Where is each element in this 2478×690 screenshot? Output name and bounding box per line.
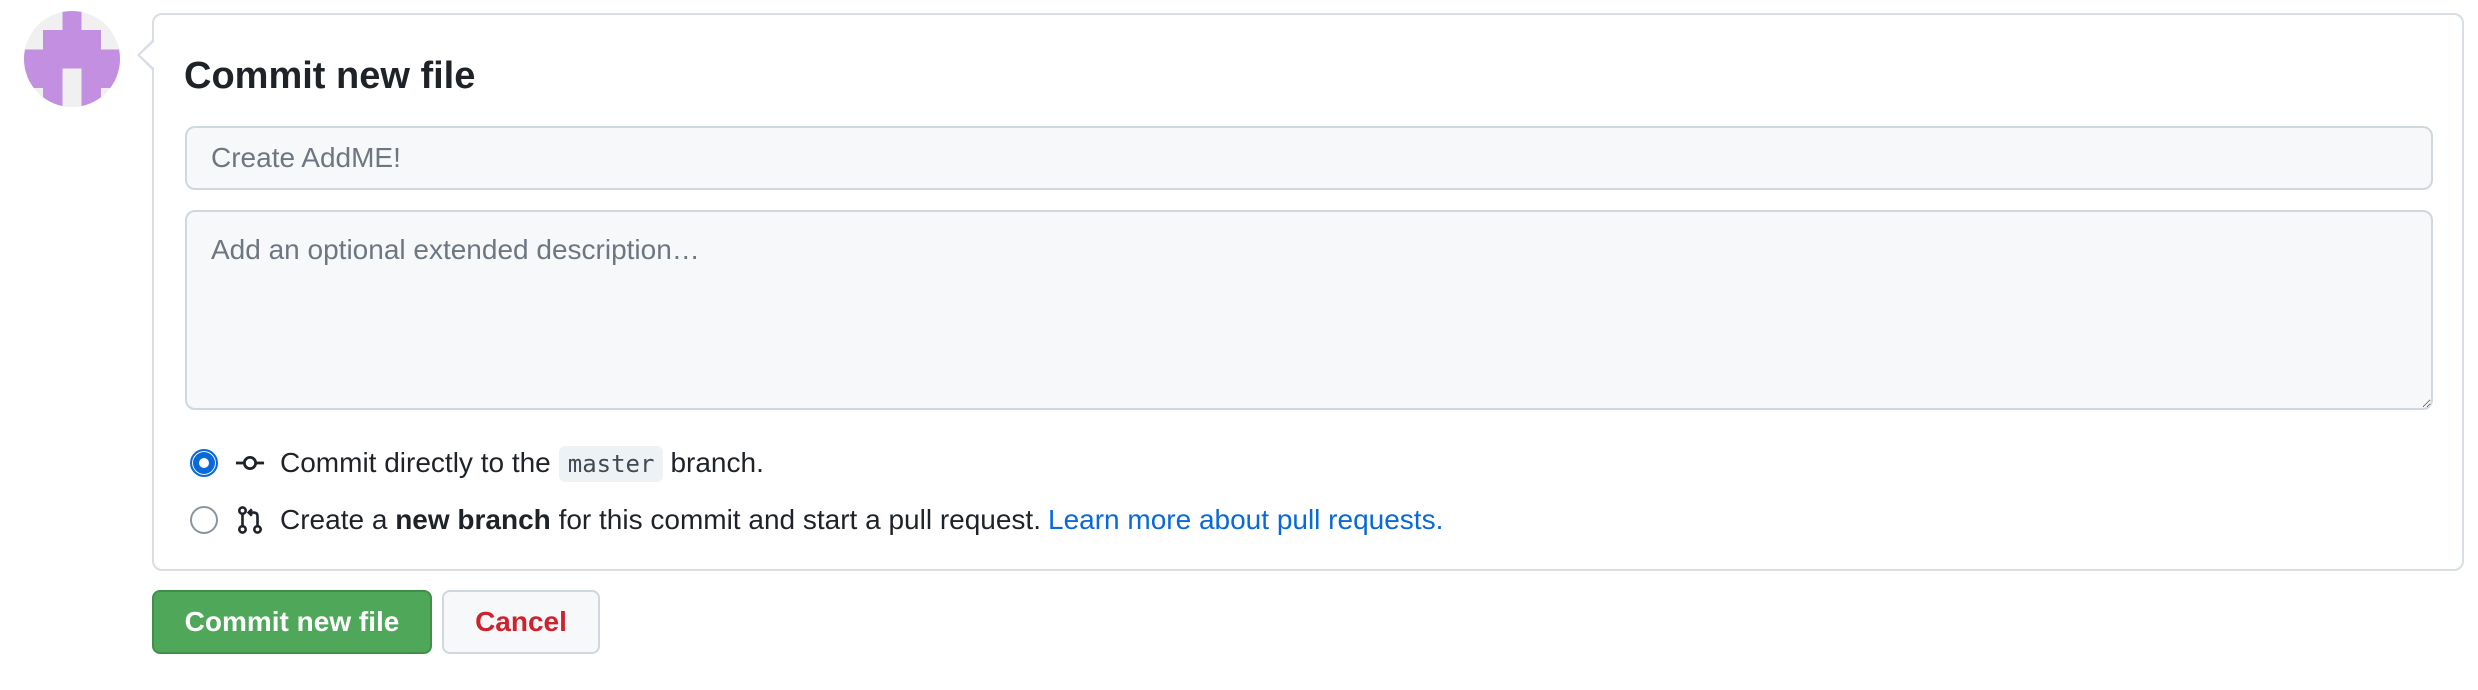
commit-form-title: Commit new file xyxy=(184,55,476,97)
commit-direct-option[interactable]: Commit directly to the master branch. xyxy=(190,443,764,483)
box-caret-fill xyxy=(140,42,154,68)
commit-description-textarea[interactable] xyxy=(185,210,2433,410)
new-branch-radio[interactable] xyxy=(190,506,218,534)
cancel-button[interactable]: Cancel xyxy=(442,590,600,654)
commit-new-file-button[interactable]: Commit new file xyxy=(152,590,432,654)
commit-direct-radio[interactable] xyxy=(190,449,218,477)
new-branch-bold-text: new branch xyxy=(395,504,551,535)
branch-name-code: master xyxy=(558,446,664,482)
commit-direct-label: Commit directly to the master branch. xyxy=(280,446,764,482)
identicon-icon xyxy=(24,11,120,107)
git-commit-icon xyxy=(234,447,266,479)
user-avatar[interactable] xyxy=(24,11,120,107)
new-branch-text-after: for this commit and start a pull request… xyxy=(558,504,1041,535)
git-pull-request-icon xyxy=(234,504,266,536)
new-branch-option[interactable]: Create a new branch for this commit and … xyxy=(190,500,1443,540)
commit-direct-text-before: Commit directly to the xyxy=(280,447,551,478)
new-branch-text-before: Create a xyxy=(280,504,388,535)
learn-more-pull-requests-link[interactable]: Learn more about pull requests. xyxy=(1048,504,1443,535)
commit-direct-text-after: branch. xyxy=(670,447,764,478)
new-branch-label: Create a new branch for this commit and … xyxy=(280,504,1443,536)
commit-summary-input[interactable] xyxy=(185,126,2433,190)
